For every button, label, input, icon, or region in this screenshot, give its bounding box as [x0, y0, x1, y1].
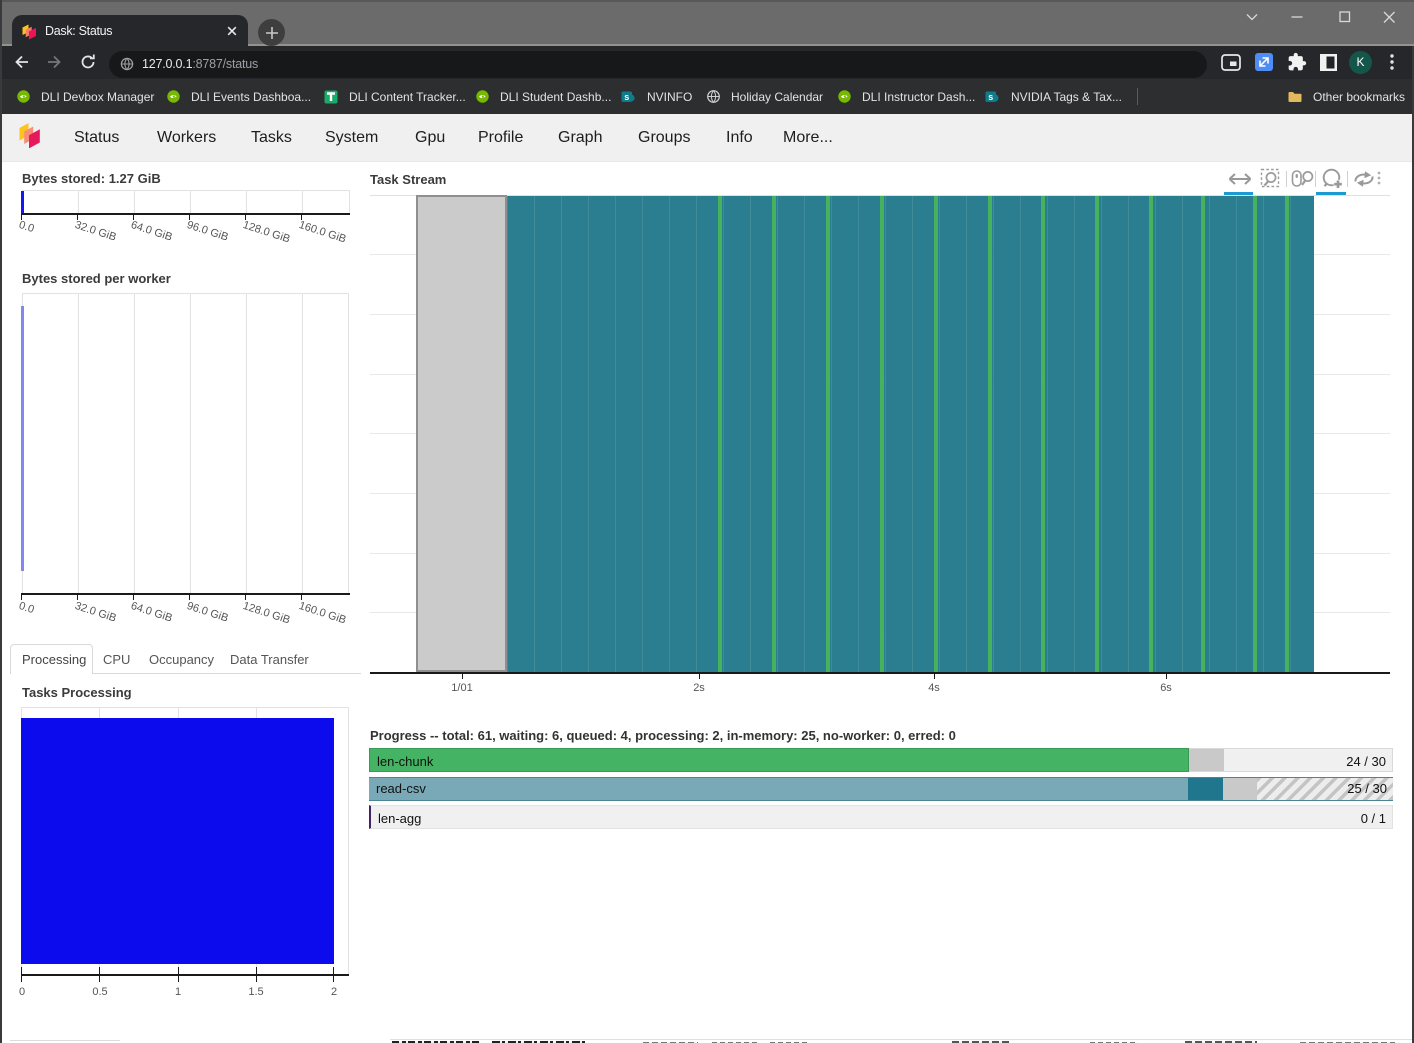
svg-text:s: s	[988, 92, 993, 102]
svg-text:s: s	[624, 92, 629, 102]
